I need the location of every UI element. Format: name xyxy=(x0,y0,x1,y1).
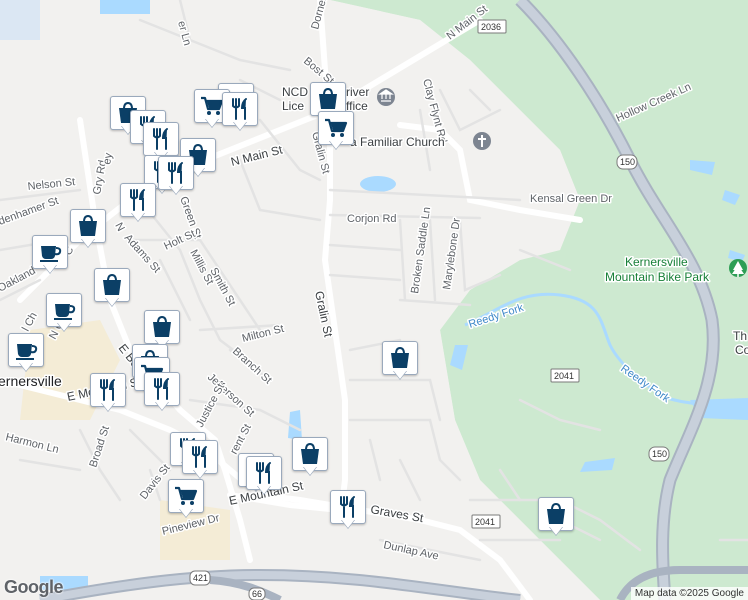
fork-knife-icon xyxy=(251,460,277,486)
shopping-bag-icon xyxy=(387,345,413,371)
street-label: Graves St xyxy=(369,502,425,525)
street-label: Millis St xyxy=(187,248,215,287)
map-pin-restaurant[interactable] xyxy=(222,92,258,134)
street-label: Corjon Rd xyxy=(347,213,397,225)
route-shield: 2041 xyxy=(471,514,501,529)
map-pin-restaurant[interactable] xyxy=(120,183,156,225)
church-icon xyxy=(473,132,491,150)
street-label: ey xyxy=(101,152,115,166)
route-shield-label: 2036 xyxy=(481,22,501,32)
street-label: Hollow Creek Ln xyxy=(614,81,693,125)
church-label: a Familiar Church xyxy=(350,135,445,149)
fork-knife-icon xyxy=(163,160,189,186)
map-pin-restaurant[interactable] xyxy=(182,440,218,482)
map-pin-cafe[interactable] xyxy=(32,235,68,277)
dmv-label-line1b: river xyxy=(346,85,369,99)
park-label-line2: Mountain Bike Park xyxy=(605,270,710,284)
map-pin-restaurant[interactable] xyxy=(330,490,366,532)
map-pin-restaurant[interactable] xyxy=(90,373,126,415)
route-shield: 150 xyxy=(648,446,670,462)
route-shield: 2041 xyxy=(550,368,580,383)
map-pin-grocery[interactable] xyxy=(168,479,204,521)
street-label: Nelson St xyxy=(27,176,76,193)
edge-label: Th xyxy=(733,329,747,343)
map-attribution: Map data ©2025 Google xyxy=(630,587,748,600)
route-shield: 421 xyxy=(189,570,211,586)
creek-label: Reedy Fork xyxy=(467,302,525,331)
street-label: Justice St xyxy=(194,382,227,430)
fork-knife-icon xyxy=(95,377,121,403)
fork-knife-icon xyxy=(187,444,213,470)
shopping-bag-icon xyxy=(543,501,569,527)
route-shield-label: 150 xyxy=(652,449,667,459)
google-logo: Google xyxy=(4,577,64,597)
map-pin-cafe[interactable] xyxy=(46,293,82,335)
shopping-bag-icon xyxy=(315,86,341,112)
map-pin-restaurant[interactable] xyxy=(246,456,282,498)
map-pin-shop[interactable] xyxy=(70,209,106,251)
map-pin-cafe[interactable] xyxy=(8,333,44,375)
dmv-label-line2: Lice xyxy=(282,99,304,113)
route-shield-label: 2041 xyxy=(554,371,574,381)
shopping-bag-icon xyxy=(297,441,323,467)
shopping-bag-icon xyxy=(99,272,125,298)
shopping-cart-icon xyxy=(173,483,199,509)
dmv-icon xyxy=(377,88,395,106)
street-label: denhamer St xyxy=(0,195,60,228)
street-label: er Ln xyxy=(175,20,193,47)
coffee-cup-icon xyxy=(37,239,63,265)
street-label: Marylebone Dr xyxy=(441,217,463,290)
route-shield-label: 66 xyxy=(252,589,262,599)
street-label: l Ch xyxy=(20,311,40,334)
fork-knife-icon xyxy=(335,494,361,520)
street-label: rent St xyxy=(228,422,254,456)
edge-label: Co xyxy=(735,343,748,357)
street-label: Holt St xyxy=(162,228,197,253)
park-icon xyxy=(729,259,747,277)
shopping-cart-icon xyxy=(323,115,349,141)
street-label: Dunlap Ave xyxy=(382,539,439,562)
creek-label: Reedy Fork xyxy=(618,363,672,406)
street-label: Smith St xyxy=(207,266,237,308)
park-label-line1: Kernersville xyxy=(625,255,688,269)
street-label: Branch St xyxy=(230,345,274,386)
map-pin-shop[interactable] xyxy=(292,437,328,479)
city-label: ernersville xyxy=(0,373,62,389)
fork-knife-icon xyxy=(125,187,151,213)
coffee-cup-icon xyxy=(13,337,39,363)
map-pin-shop[interactable] xyxy=(382,341,418,383)
route-shield: 2036 xyxy=(477,19,507,34)
route-shield-label: 421 xyxy=(193,573,208,583)
street-label: Broad St xyxy=(87,425,112,469)
fork-knife-icon xyxy=(148,126,174,152)
map-pin-shop[interactable] xyxy=(94,268,130,310)
map-pin-restaurant[interactable] xyxy=(158,156,194,198)
route-shield-label: 2041 xyxy=(475,517,495,527)
street-label: Kensal Green Dr xyxy=(530,193,612,205)
shopping-bag-icon xyxy=(149,314,175,340)
fork-knife-icon xyxy=(227,96,253,122)
street-label: Dorner xyxy=(309,0,329,31)
street-label: Gralin St xyxy=(312,290,336,339)
street-label: Broken Saddle Ln xyxy=(409,206,433,294)
route-shield-label: 150 xyxy=(620,157,635,167)
route-shield: 150 xyxy=(616,154,638,170)
street-label: Harmon Ln xyxy=(4,431,60,456)
shopping-bag-icon xyxy=(75,213,101,239)
map-canvas[interactable]: N Main St N Main St Dorner Bost St Grali… xyxy=(0,0,748,600)
route-shield: 66 xyxy=(248,587,266,600)
map-pin-grocery[interactable] xyxy=(318,111,354,153)
street-label: N Main St xyxy=(229,142,284,168)
street-label: Milton St xyxy=(241,323,285,345)
map-pin-restaurant[interactable] xyxy=(144,372,180,414)
dmv-label-line1: NCD xyxy=(282,85,308,99)
coffee-cup-icon xyxy=(51,297,77,323)
map-pin-shop[interactable] xyxy=(538,497,574,539)
fork-knife-icon xyxy=(149,376,175,402)
